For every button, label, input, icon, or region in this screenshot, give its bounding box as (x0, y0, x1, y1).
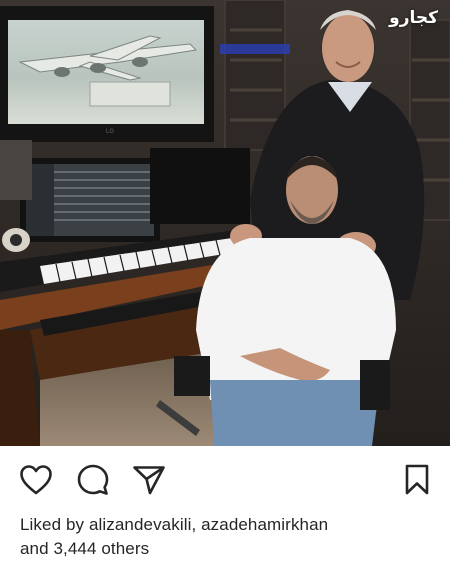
watermark-logo: کجارو (389, 8, 438, 28)
heart-outline-icon (20, 465, 52, 495)
comment-bubble-icon (77, 464, 109, 495)
liked-by-users[interactable]: alizandevakili, azadehamirkhan (89, 515, 328, 534)
svg-text:LG: LG (106, 129, 114, 135)
like-button[interactable] (18, 462, 54, 498)
paper-plane-icon (133, 466, 165, 495)
post-action-bar (0, 446, 450, 508)
likes-prefix: Liked by (20, 515, 85, 534)
likes-others-count[interactable]: 3,444 others (54, 539, 150, 558)
share-button[interactable] (131, 462, 167, 498)
likes-connector: and (20, 539, 49, 558)
comment-button[interactable] (75, 462, 111, 498)
post-photo[interactable]: LG کجارو (0, 0, 450, 446)
studio-photo-illustration: LG (0, 0, 450, 446)
bookmark-icon (405, 464, 429, 495)
save-button[interactable] (399, 462, 435, 498)
likes-summary: Liked by alizandevakili, azadehamirkhan … (20, 513, 440, 561)
